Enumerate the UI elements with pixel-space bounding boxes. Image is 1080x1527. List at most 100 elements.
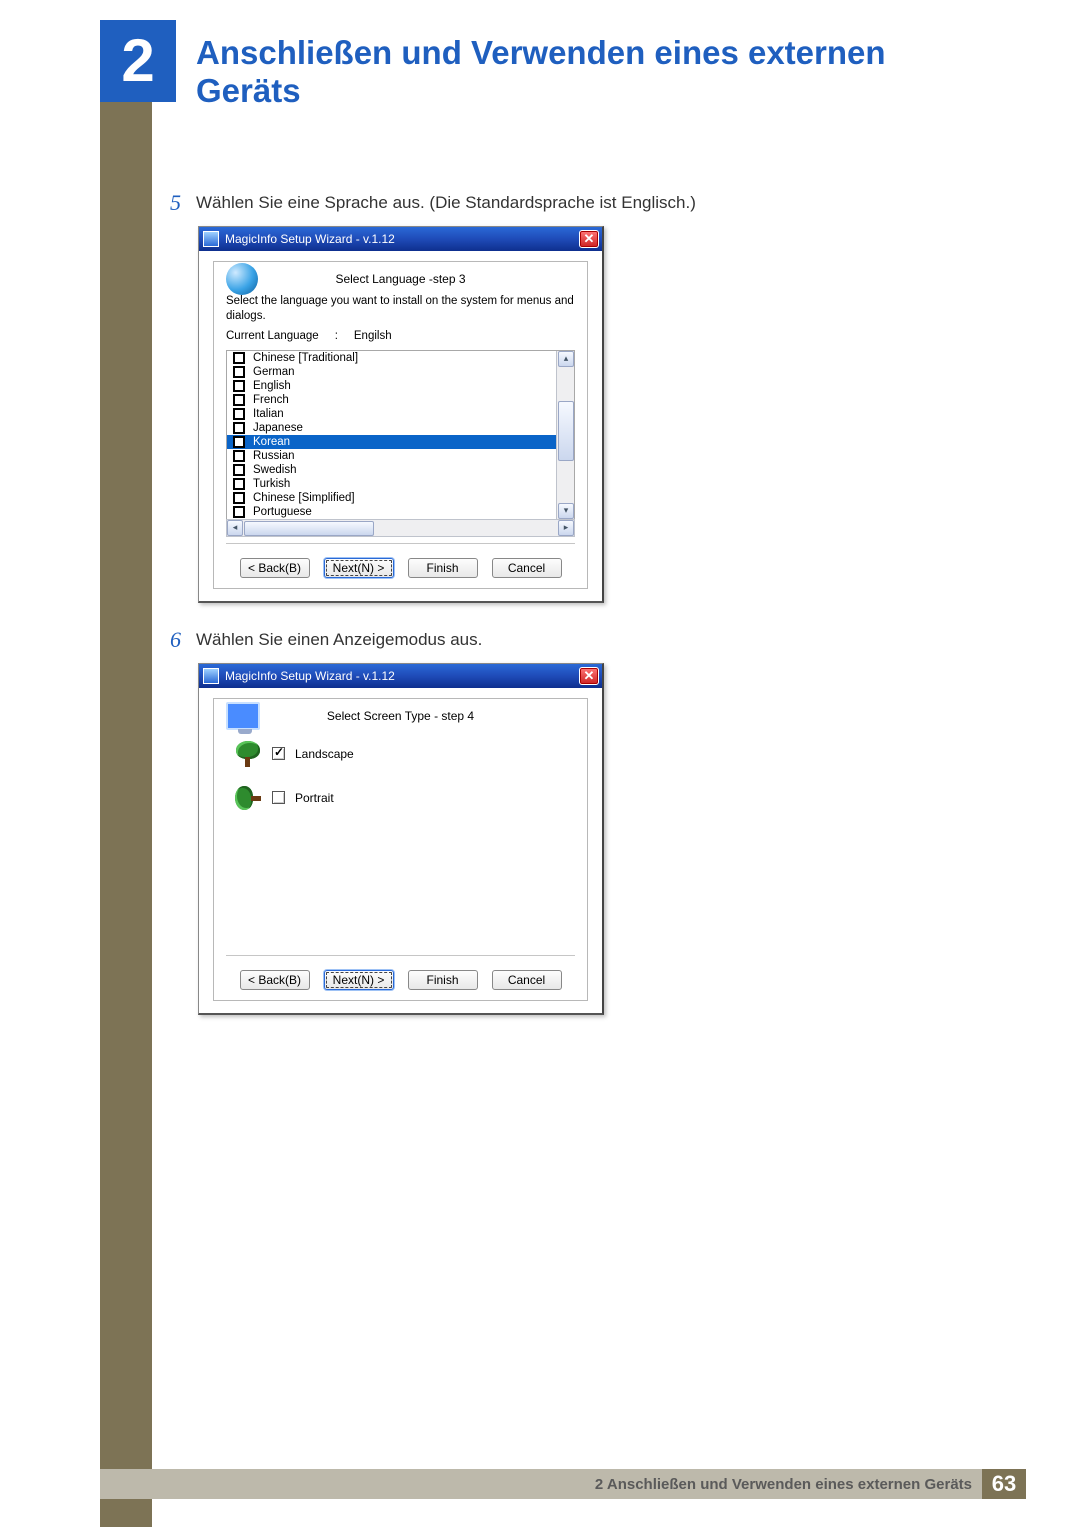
globe-icon [226, 263, 258, 295]
step-number: 6 [170, 627, 196, 653]
language-checkbox[interactable] [233, 366, 245, 378]
step-5: 5 Wählen Sie eine Sprache aus. (Die Stan… [170, 190, 890, 216]
step-header-text: Select Screen Type - step 4 [327, 709, 474, 723]
language-label: Turkish [253, 478, 290, 490]
close-button[interactable]: ✕ [579, 667, 599, 685]
back-button[interactable]: < Back(B) [240, 970, 310, 990]
language-checkbox[interactable] [233, 478, 245, 490]
close-button[interactable]: ✕ [579, 230, 599, 248]
language-item[interactable]: English [227, 379, 556, 393]
step-text: Wählen Sie einen Anzeigemodus aus. [196, 627, 482, 653]
language-label: German [253, 366, 295, 378]
language-item[interactable]: Turkish [227, 477, 556, 491]
language-item[interactable]: Korean [227, 435, 556, 449]
current-language-value: Engilsh [354, 330, 392, 342]
cancel-button[interactable]: Cancel [492, 970, 562, 990]
language-label: English [253, 380, 291, 392]
divider [226, 955, 575, 956]
language-label: Japanese [253, 422, 303, 434]
chapter-title: Anschließen und Verwenden eines externen… [196, 34, 956, 110]
horizontal-scrollbar[interactable]: ◂ ▸ [226, 519, 575, 537]
landscape-label: Landscape [295, 747, 354, 761]
scroll-up-button[interactable]: ▴ [558, 351, 574, 367]
sidebar-stripe [100, 20, 152, 1527]
option-landscape[interactable]: Landscape [234, 741, 575, 767]
next-button[interactable]: Next(N) > [324, 970, 394, 990]
wizard-titlebar[interactable]: MagicInfo Setup Wizard - v.1.12 ✕ [199, 664, 602, 688]
app-icon [203, 668, 219, 684]
wizard-title: MagicInfo Setup Wizard - v.1.12 [225, 232, 395, 246]
back-button[interactable]: < Back(B) [240, 558, 310, 578]
language-item[interactable]: German [227, 365, 556, 379]
landscape-checkbox[interactable] [272, 747, 285, 760]
language-item[interactable]: Swedish [227, 463, 556, 477]
language-checkbox[interactable] [233, 380, 245, 392]
language-checkbox[interactable] [233, 352, 245, 364]
finish-button[interactable]: Finish [408, 558, 478, 578]
language-item[interactable]: Russian [227, 449, 556, 463]
option-portrait[interactable]: Portrait [234, 785, 575, 811]
language-label: Swedish [253, 464, 296, 476]
portrait-checkbox[interactable] [272, 791, 285, 804]
language-item[interactable]: French [227, 393, 556, 407]
current-language-line: Current Language : Engilsh [226, 330, 575, 342]
chapter-number-badge: 2 [100, 20, 176, 102]
wizard-title: MagicInfo Setup Wizard - v.1.12 [225, 669, 395, 683]
vertical-scrollbar[interactable]: ▴ ▾ [556, 351, 574, 519]
language-label: Chinese [Simplified] [253, 492, 355, 504]
language-label: Chinese [Traditional] [253, 352, 358, 364]
language-label: Italian [253, 408, 284, 420]
footer-text: 2 Anschließen und Verwenden eines extern… [595, 1476, 982, 1493]
scroll-thumb[interactable] [558, 401, 574, 461]
tree-portrait-icon [235, 784, 261, 812]
button-row: < Back(B) Next(N) > Finish Cancel [226, 970, 575, 990]
language-checkbox[interactable] [233, 408, 245, 420]
language-checkbox[interactable] [233, 394, 245, 406]
language-item[interactable]: Japanese [227, 421, 556, 435]
tree-landscape-icon [234, 741, 262, 767]
current-language-label: Current Language [226, 330, 319, 342]
wizard-dialog-step3: MagicInfo Setup Wizard - v.1.12 ✕ Select… [198, 226, 604, 603]
divider [226, 543, 575, 544]
cancel-button[interactable]: Cancel [492, 558, 562, 578]
language-checkbox[interactable] [233, 506, 245, 518]
step-number: 5 [170, 190, 196, 216]
content-area: 5 Wählen Sie eine Sprache aus. (Die Stan… [170, 190, 890, 1039]
language-item[interactable]: Chinese [Traditional] [227, 351, 556, 365]
scroll-left-button[interactable]: ◂ [227, 520, 243, 536]
finish-button[interactable]: Finish [408, 970, 478, 990]
step-header: Select Language -step 3 [226, 272, 575, 286]
step-6: 6 Wählen Sie einen Anzeigemodus aus. [170, 627, 890, 653]
footer-bar: 2 Anschließen und Verwenden eines extern… [100, 1469, 1026, 1499]
app-icon [203, 231, 219, 247]
step-description: Select the language you want to install … [226, 294, 575, 324]
language-listbox[interactable]: Chinese [Traditional] German English French… [226, 350, 575, 520]
language-item[interactable]: Italian [227, 407, 556, 421]
language-checkbox[interactable] [233, 492, 245, 504]
scroll-down-button[interactable]: ▾ [558, 503, 574, 519]
language-checkbox[interactable] [233, 450, 245, 462]
step-text: Wählen Sie eine Sprache aus. (Die Standa… [196, 190, 696, 216]
language-label: Portuguese [253, 506, 312, 518]
screen-type-options: Landscape Portrait [226, 741, 575, 949]
monitor-icon [226, 702, 260, 730]
page-number: 63 [982, 1469, 1026, 1499]
wizard-titlebar[interactable]: MagicInfo Setup Wizard - v.1.12 ✕ [199, 227, 602, 251]
wizard-dialog-step4: MagicInfo Setup Wizard - v.1.12 ✕ Select… [198, 663, 604, 1015]
current-language-sep: : [335, 330, 338, 342]
language-label: Korean [253, 436, 290, 448]
language-label: French [253, 394, 289, 406]
language-checkbox[interactable] [233, 422, 245, 434]
language-checkbox[interactable] [233, 464, 245, 476]
language-label: Russian [253, 450, 295, 462]
language-item[interactable]: Chinese [Simplified] [227, 491, 556, 505]
scroll-right-button[interactable]: ▸ [558, 520, 574, 536]
step-header-text: Select Language -step 3 [335, 272, 465, 286]
portrait-label: Portrait [295, 791, 334, 805]
next-button[interactable]: Next(N) > [324, 558, 394, 578]
language-item[interactable]: Portuguese [227, 505, 556, 519]
language-checkbox[interactable] [233, 436, 245, 448]
step-header: Select Screen Type - step 4 [226, 709, 575, 723]
scroll-thumb-h[interactable] [244, 521, 374, 536]
button-row: < Back(B) Next(N) > Finish Cancel [226, 558, 575, 578]
